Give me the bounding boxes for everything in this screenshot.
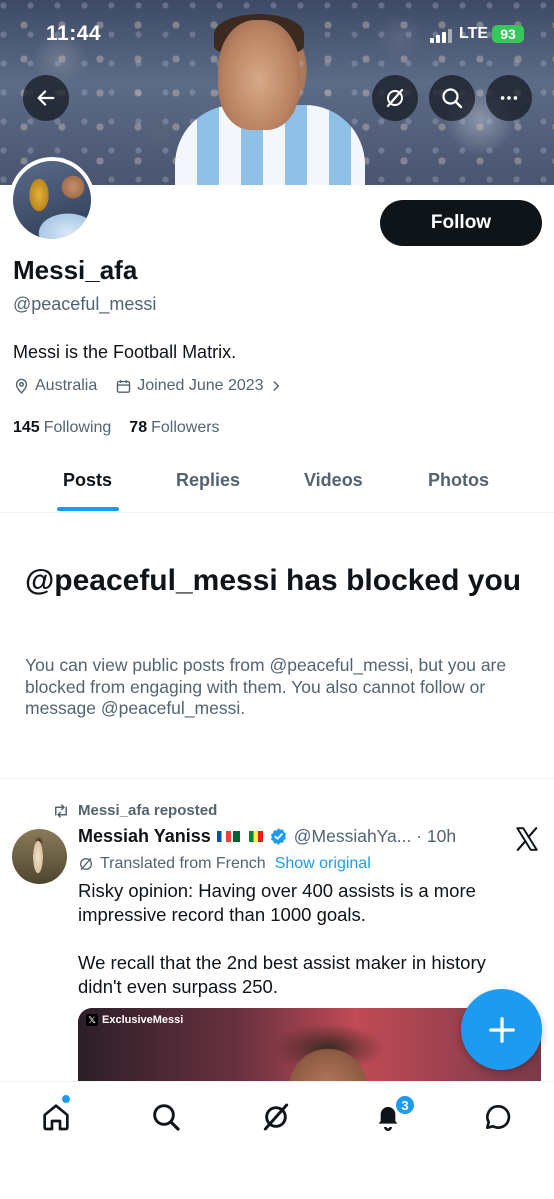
show-original-link[interactable]: Show original [275,855,371,873]
plus-icon [488,1016,515,1043]
follow-counts: 145 Following 78 Followers [13,419,238,437]
messages-icon[interactable] [482,1101,514,1133]
joined-text: Joined June 2023 [137,377,264,394]
profile-bio: Messi is the Football Matrix. [13,342,237,362]
status-bar: 11:44 LTE 93 [0,0,554,70]
senegal-flag-icon [248,831,263,842]
x-watermark-icon: 𝕏 [86,1014,98,1026]
network-label: LTE [459,25,489,42]
media-watermark-text: ExclusiveMessi [102,1014,184,1026]
battery-indicator: 93 [492,25,524,43]
following-link[interactable]: 145 Following [13,419,111,437]
translation-note: Translated from French Show original [78,855,371,873]
calendar-icon [117,379,131,393]
tweet-author-name[interactable]: Messiah Yaniss [78,826,211,847]
tweet-handle-time: @MessiahYa... · 10h [293,826,457,846]
algeria-flag-icon [232,831,247,842]
blocked-message: You can view public posts from @peaceful… [25,655,507,718]
followers-label: Followers [151,419,220,436]
profile-handle: @peaceful_messi [13,294,157,314]
home-icon[interactable] [40,1101,72,1133]
blocked-title: @peaceful_messi has blocked you [25,564,522,597]
more-icon [500,96,518,100]
back-arrow-icon [37,90,55,106]
explore-icon[interactable] [150,1101,182,1133]
tweet-text-paragraph: We recall that the 2nd best assist maker… [78,952,486,997]
search-icon [442,88,463,109]
home-notification-dot [61,1094,71,1104]
notifications-badge: 3 [394,1094,416,1116]
back-button[interactable] [23,75,69,121]
verified-icon [270,828,286,845]
tab-videos[interactable]: Videos [304,470,363,491]
more-button[interactable] [486,75,532,121]
x-logo-icon [516,827,538,851]
profile-avatar[interactable] [9,157,95,243]
profile-tabs: Posts Replies Videos Photos [0,456,554,513]
grok-button[interactable] [372,75,418,121]
tweet-header: Messiah Yaniss @MessiahYa... · 10h [78,826,456,847]
following-label: Following [43,419,112,436]
section-divider [0,778,554,779]
following-count: 145 [13,419,40,436]
repost-icon [55,803,67,818]
grok-icon[interactable] [260,1101,292,1133]
profile-meta: Australia Joined June 2023 [13,377,306,395]
repost-indicator[interactable]: Messi_afa reposted [52,802,217,819]
display-name: Messi_afa [13,255,138,285]
tab-replies[interactable]: Replies [176,470,240,491]
battery-level: 93 [500,26,516,42]
active-tab-indicator [57,507,119,511]
status-time: 11:44 [46,22,102,45]
france-flag-icon [216,831,231,842]
followers-link[interactable]: 78 Followers [129,419,219,437]
tab-photos[interactable]: Photos [428,470,489,491]
location-icon [15,378,28,394]
grok-icon [386,88,404,108]
translated-label: Translated from French [100,855,266,872]
chevron-right-icon [273,381,279,391]
tab-posts[interactable]: Posts [63,470,112,491]
followers-count: 78 [129,419,148,436]
location-text: Australia [35,377,98,394]
search-button[interactable] [429,75,475,121]
tweet-text-paragraph: Risky opinion: Having over 400 assists i… [78,880,476,925]
tweet-author-avatar[interactable] [12,829,67,884]
media-watermark: 𝕏 ExclusiveMessi [86,1014,183,1026]
compose-button[interactable] [461,989,542,1070]
joined-date[interactable]: Joined June 2023 [115,377,287,395]
tweet-body[interactable]: Risky opinion: Having over 400 assists i… [78,879,518,1023]
repost-label: Messi_afa reposted [78,802,218,819]
signal-icon [430,29,452,43]
translate-icon [80,858,92,870]
bottom-navigation: 3 [0,1081,554,1199]
location: Australia [13,377,97,395]
follow-button[interactable]: Follow [380,200,542,246]
